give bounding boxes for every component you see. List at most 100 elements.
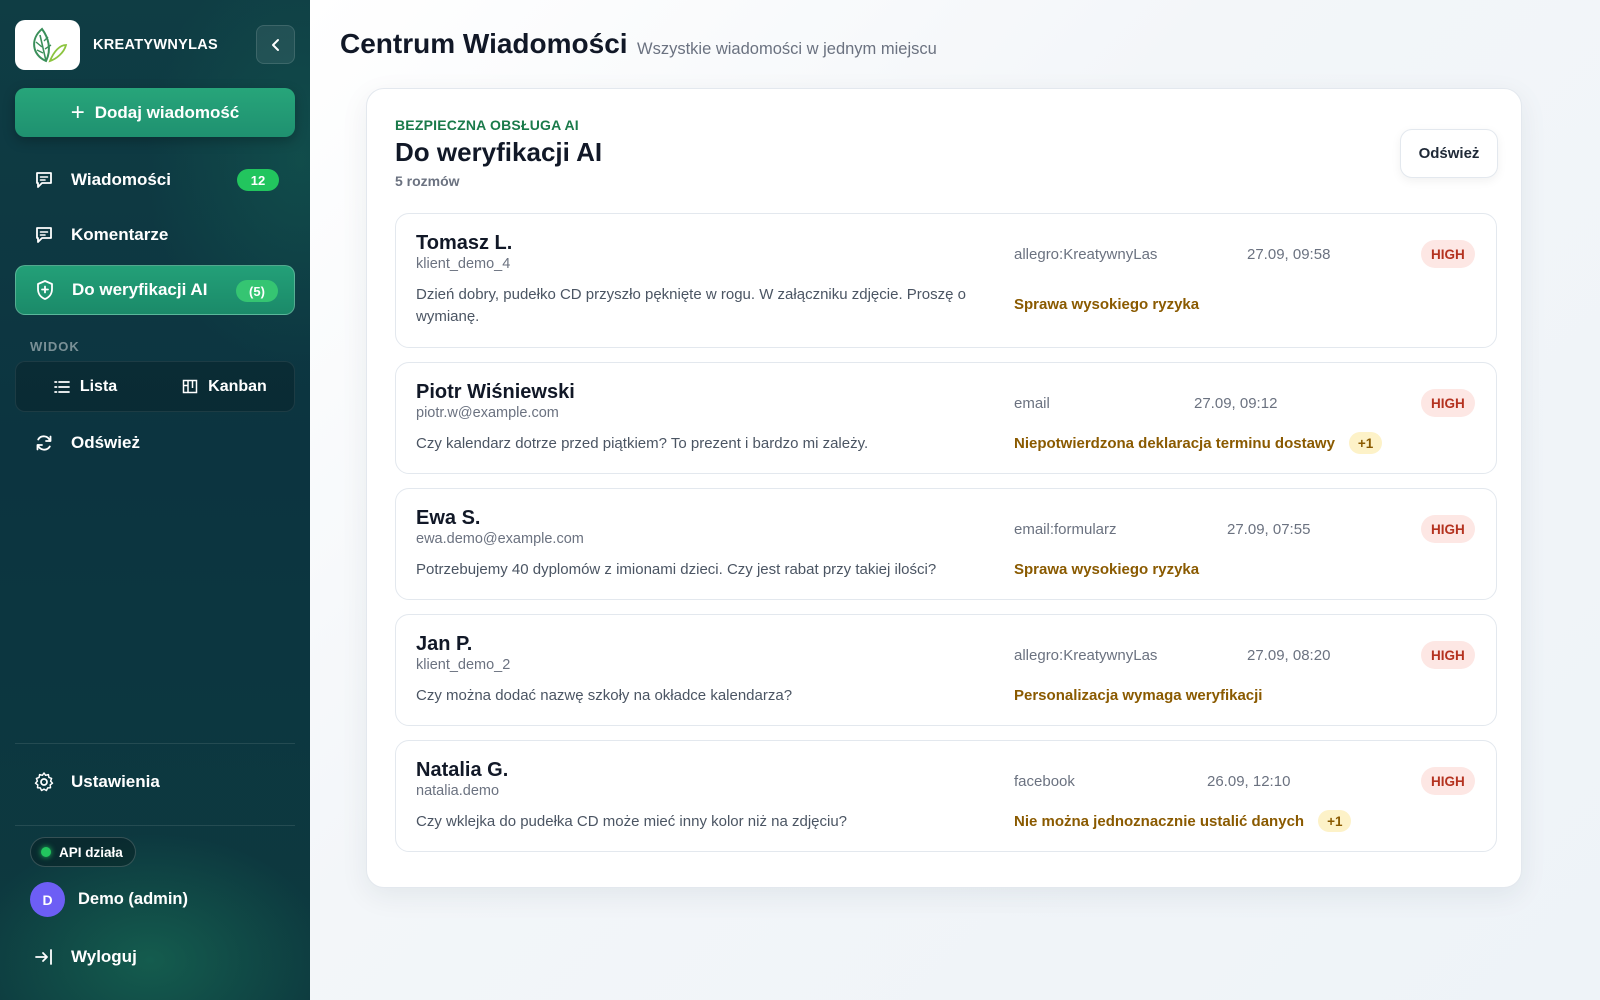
comment-icon xyxy=(33,224,55,246)
view-toggle: Lista Kanban xyxy=(15,361,295,412)
customer-identifier: ewa.demo@example.com xyxy=(416,531,584,547)
customer-name: Tomasz L. xyxy=(416,232,513,254)
main-content: Centrum Wiadomości Wszystkie wiadomości … xyxy=(310,0,1600,1000)
sidebar-divider xyxy=(15,743,295,744)
sidebar-item-label: Komentarze xyxy=(71,225,169,244)
message-preview: Czy kalendarz dotrze przed piątkiem? To … xyxy=(416,435,869,452)
conversation-count: 5 rozmów xyxy=(395,173,460,189)
customer-name: Natalia G. xyxy=(416,759,509,781)
collapse-sidebar-button[interactable] xyxy=(256,25,295,64)
priority-badge: HIGH xyxy=(1421,240,1475,268)
sidebar-item-ai-verification[interactable]: Do weryfikacji AI (5) xyxy=(15,265,295,315)
sidebar-item-label: Wiadomości xyxy=(71,170,171,189)
chat-icon xyxy=(33,169,55,191)
message-source: email:formularz xyxy=(1014,521,1117,538)
brand-name: KREATYWNYLAS xyxy=(93,37,218,53)
conversation-list: Tomasz L. klient_demo_4 Dzień dobry, pud… xyxy=(395,213,1497,866)
conversation-card[interactable]: Piotr Wiśniewski piotr.w@example.com Czy… xyxy=(395,362,1497,474)
message-time: 27.09, 09:12 xyxy=(1194,395,1278,412)
conversation-card[interactable]: Jan P. klient_demo_2 Czy można dodać naz… xyxy=(395,614,1497,726)
logout-label: Wyloguj xyxy=(71,947,137,966)
logout-icon xyxy=(33,946,55,968)
panel-title: Do weryfikacji AI xyxy=(395,137,603,167)
logout-button[interactable]: Wyloguj xyxy=(15,932,295,982)
api-status-label: API działa xyxy=(59,844,123,860)
sidebar-item-comments[interactable]: Komentarze xyxy=(15,210,295,260)
message-preview: Czy można dodać nazwę szkoły na okładce … xyxy=(416,687,793,704)
message-preview: Potrzebujemy 40 dyplomów z imionami dzie… xyxy=(416,561,937,578)
conversation-card[interactable]: Ewa S. ewa.demo@example.com Potrzebujemy… xyxy=(395,488,1497,600)
priority-badge: HIGH xyxy=(1421,767,1475,795)
risk-flag: Nie można jednoznacznie ustalić danych +… xyxy=(1014,810,1352,832)
panel-kicker: BEZPIECZNA OBSŁUGA AI xyxy=(395,117,579,133)
view-list-button[interactable]: Lista xyxy=(16,362,155,411)
unread-count-badge: 12 xyxy=(237,169,279,191)
message-source: email xyxy=(1014,395,1050,412)
sidebar-refresh-label: Odśwież xyxy=(71,433,140,452)
message-time: 27.09, 09:58 xyxy=(1247,246,1331,263)
leaf-logo-icon xyxy=(15,20,80,70)
risk-flag: Sprawa wysokiego ryzyka xyxy=(1014,296,1199,313)
sidebar-item-settings[interactable]: Ustawienia xyxy=(15,757,295,807)
customer-identifier: klient_demo_2 xyxy=(416,657,511,673)
sidebar-refresh-button[interactable]: Odśwież xyxy=(15,418,295,468)
sidebar-item-messages[interactable]: Wiadomości 12 xyxy=(15,155,295,205)
risk-flag: Sprawa wysokiego ryzyka xyxy=(1014,561,1199,578)
chevron-left-icon xyxy=(271,38,279,51)
verification-count-badge: (5) xyxy=(236,280,278,302)
add-message-button[interactable]: + Dodaj wiadomość xyxy=(15,88,295,137)
risk-label: Niepotwierdzona deklaracja terminu dosta… xyxy=(1014,434,1335,452)
priority-badge: HIGH xyxy=(1421,389,1475,417)
sidebar-item-label: Ustawienia xyxy=(71,772,160,791)
message-preview: Dzień dobry, pudełko CD przyszło pęknięt… xyxy=(416,286,966,325)
kanban-icon xyxy=(182,379,198,394)
api-status-badge: API działa xyxy=(30,837,136,867)
sidebar-item-label: Do weryfikacji AI xyxy=(72,280,208,299)
user-name: Demo (admin) xyxy=(78,890,189,908)
customer-identifier: klient_demo_4 xyxy=(416,256,511,272)
risk-label: Personalizacja wymaga weryfikacji xyxy=(1014,687,1263,704)
refresh-button[interactable]: Odśwież xyxy=(1400,129,1498,178)
view-kanban-label: Kanban xyxy=(208,377,267,395)
customer-name: Ewa S. xyxy=(416,507,481,529)
list-icon xyxy=(53,380,70,394)
message-source: allegro:KreatywnyLas xyxy=(1014,246,1158,263)
conversation-card[interactable]: Natalia G. natalia.demo Czy wklejka do p… xyxy=(395,740,1497,852)
customer-name: Piotr Wiśniewski xyxy=(416,381,575,403)
gear-icon xyxy=(33,771,55,793)
message-source: facebook xyxy=(1014,773,1075,790)
conversation-card[interactable]: Tomasz L. klient_demo_4 Dzień dobry, pud… xyxy=(395,213,1497,348)
customer-identifier: natalia.demo xyxy=(416,783,500,799)
risk-flag: Personalizacja wymaga weryfikacji xyxy=(1014,687,1262,704)
message-time: 26.09, 12:10 xyxy=(1207,773,1291,790)
customer-name: Jan P. xyxy=(416,633,473,655)
message-source: allegro:KreatywnyLas xyxy=(1014,647,1158,664)
user-profile[interactable]: D Demo (admin) xyxy=(30,882,188,917)
ai-verification-panel: BEZPIECZNA OBSŁUGA AI Do weryfikacji AI … xyxy=(366,88,1522,888)
risk-flag: Niepotwierdzona deklaracja terminu dosta… xyxy=(1014,432,1383,454)
page-subtitle: Wszystkie wiadomości w jednym miejscu xyxy=(637,40,937,58)
risk-label: Sprawa wysokiego ryzyka xyxy=(1014,561,1200,578)
brand[interactable]: KREATYWNYLAS xyxy=(15,20,218,70)
risk-label: Nie można jednoznacznie ustalić danych xyxy=(1014,812,1305,830)
risk-label: Sprawa wysokiego ryzyka xyxy=(1014,296,1200,313)
priority-badge: HIGH xyxy=(1421,515,1475,543)
message-preview: Czy wklejka do pudełka CD może mieć inny… xyxy=(416,813,848,830)
more-flags-badge[interactable]: +1 xyxy=(1318,810,1352,832)
status-dot-icon xyxy=(41,847,51,857)
view-list-label: Lista xyxy=(79,377,118,395)
add-message-label: Dodaj wiadomość xyxy=(94,102,240,122)
page-title: Centrum Wiadomości xyxy=(340,28,628,59)
view-section-label: WIDOK xyxy=(30,339,80,354)
customer-identifier: piotr.w@example.com xyxy=(416,405,559,421)
view-kanban-button[interactable]: Kanban xyxy=(155,362,294,411)
avatar: D xyxy=(30,882,65,917)
priority-badge: HIGH xyxy=(1421,641,1475,669)
sidebar: KREATYWNYLAS + Dodaj wiadomość Wiadomośc… xyxy=(0,0,310,1000)
message-time: 27.09, 08:20 xyxy=(1247,647,1331,664)
more-flags-badge[interactable]: +1 xyxy=(1348,432,1383,454)
sidebar-divider xyxy=(15,825,295,826)
refresh-icon xyxy=(33,432,55,454)
plus-icon: + xyxy=(70,98,85,126)
message-time: 27.09, 07:55 xyxy=(1227,521,1311,538)
